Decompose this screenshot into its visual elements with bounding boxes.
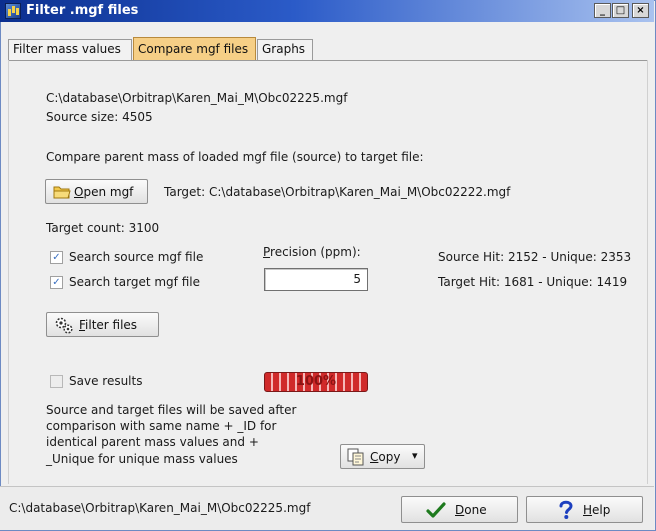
tab-compare-mgf-files[interactable]: Compare mgf files — [133, 37, 256, 61]
target-path: Target: C:\database\Orbitrap\Karen_Mai_M… — [164, 185, 511, 199]
maximize-button[interactable]: □ — [612, 3, 629, 18]
save-description-line: comparison with same name + _ID for — [46, 419, 277, 433]
copy-button[interactable]: Copy ▾ — [340, 444, 425, 469]
tab-filter-mass-values[interactable]: Filter mass values — [8, 39, 132, 60]
open-mgf-label: pen mgf — [83, 185, 134, 199]
copy-label: opy — [378, 450, 401, 464]
filter-files-button[interactable]: Filter files — [46, 312, 159, 337]
search-target-label: Search target mgf file — [69, 275, 200, 289]
question-icon — [559, 500, 573, 519]
folder-icon — [53, 186, 71, 199]
help-mnemonic: H — [583, 503, 593, 517]
open-mgf-button[interactable]: Open mgf — [45, 179, 148, 204]
done-mnemonic: D — [455, 503, 465, 517]
window-title: Filter .mgf files — [26, 3, 139, 18]
filter-files-label: ilter files — [85, 318, 138, 332]
save-description-line: identical parent mass values and + — [46, 435, 259, 449]
compare-instruction: Compare parent mass of loaded mgf file (… — [46, 150, 424, 164]
target-hit-stats: Target Hit: 1681 - Unique: 1419 — [438, 275, 628, 289]
search-source-checkbox[interactable]: ✓ — [50, 251, 63, 264]
source-path: C:\database\Orbitrap\Karen_Mai_M\Obc0222… — [46, 91, 348, 105]
save-description-line: Source and target files will be saved af… — [46, 403, 297, 417]
search-target-checkbox[interactable]: ✓ — [50, 276, 63, 289]
checkmark-icon — [426, 502, 446, 518]
close-button[interactable]: × — [632, 3, 649, 18]
help-button[interactable]: Help — [526, 496, 643, 523]
source-hit-stats: Source Hit: 2152 - Unique: 2353 — [438, 250, 632, 264]
source-size: Source size: 4505 — [46, 110, 153, 124]
done-button[interactable]: Done — [401, 496, 518, 523]
search-source-label: Search source mgf file — [69, 250, 204, 264]
target-count: Target count: 3100 — [46, 221, 160, 235]
save-results-checkbox[interactable] — [50, 375, 63, 388]
chevron-down-icon[interactable]: ▾ — [412, 449, 418, 462]
copy-icon — [347, 448, 364, 466]
save-results-label: Save results — [69, 374, 143, 388]
precision-input[interactable]: 5 — [264, 268, 368, 291]
done-label: one — [464, 503, 487, 517]
gears-icon — [55, 317, 73, 334]
progress-text: 100% — [295, 374, 337, 389]
status-file-path: C:\database\Orbitrap\Karen_Mai_M\Obc0222… — [9, 501, 311, 515]
save-description-line: _Unique for unique mass values — [46, 452, 238, 466]
tab-graphs[interactable]: Graphs — [257, 39, 313, 60]
precision-label: Precision (ppm): — [263, 245, 361, 259]
minimize-button[interactable]: _ — [594, 3, 611, 18]
app-icon — [5, 3, 21, 19]
progress-bar: 100% — [264, 372, 368, 392]
help-label: elp — [592, 503, 611, 517]
